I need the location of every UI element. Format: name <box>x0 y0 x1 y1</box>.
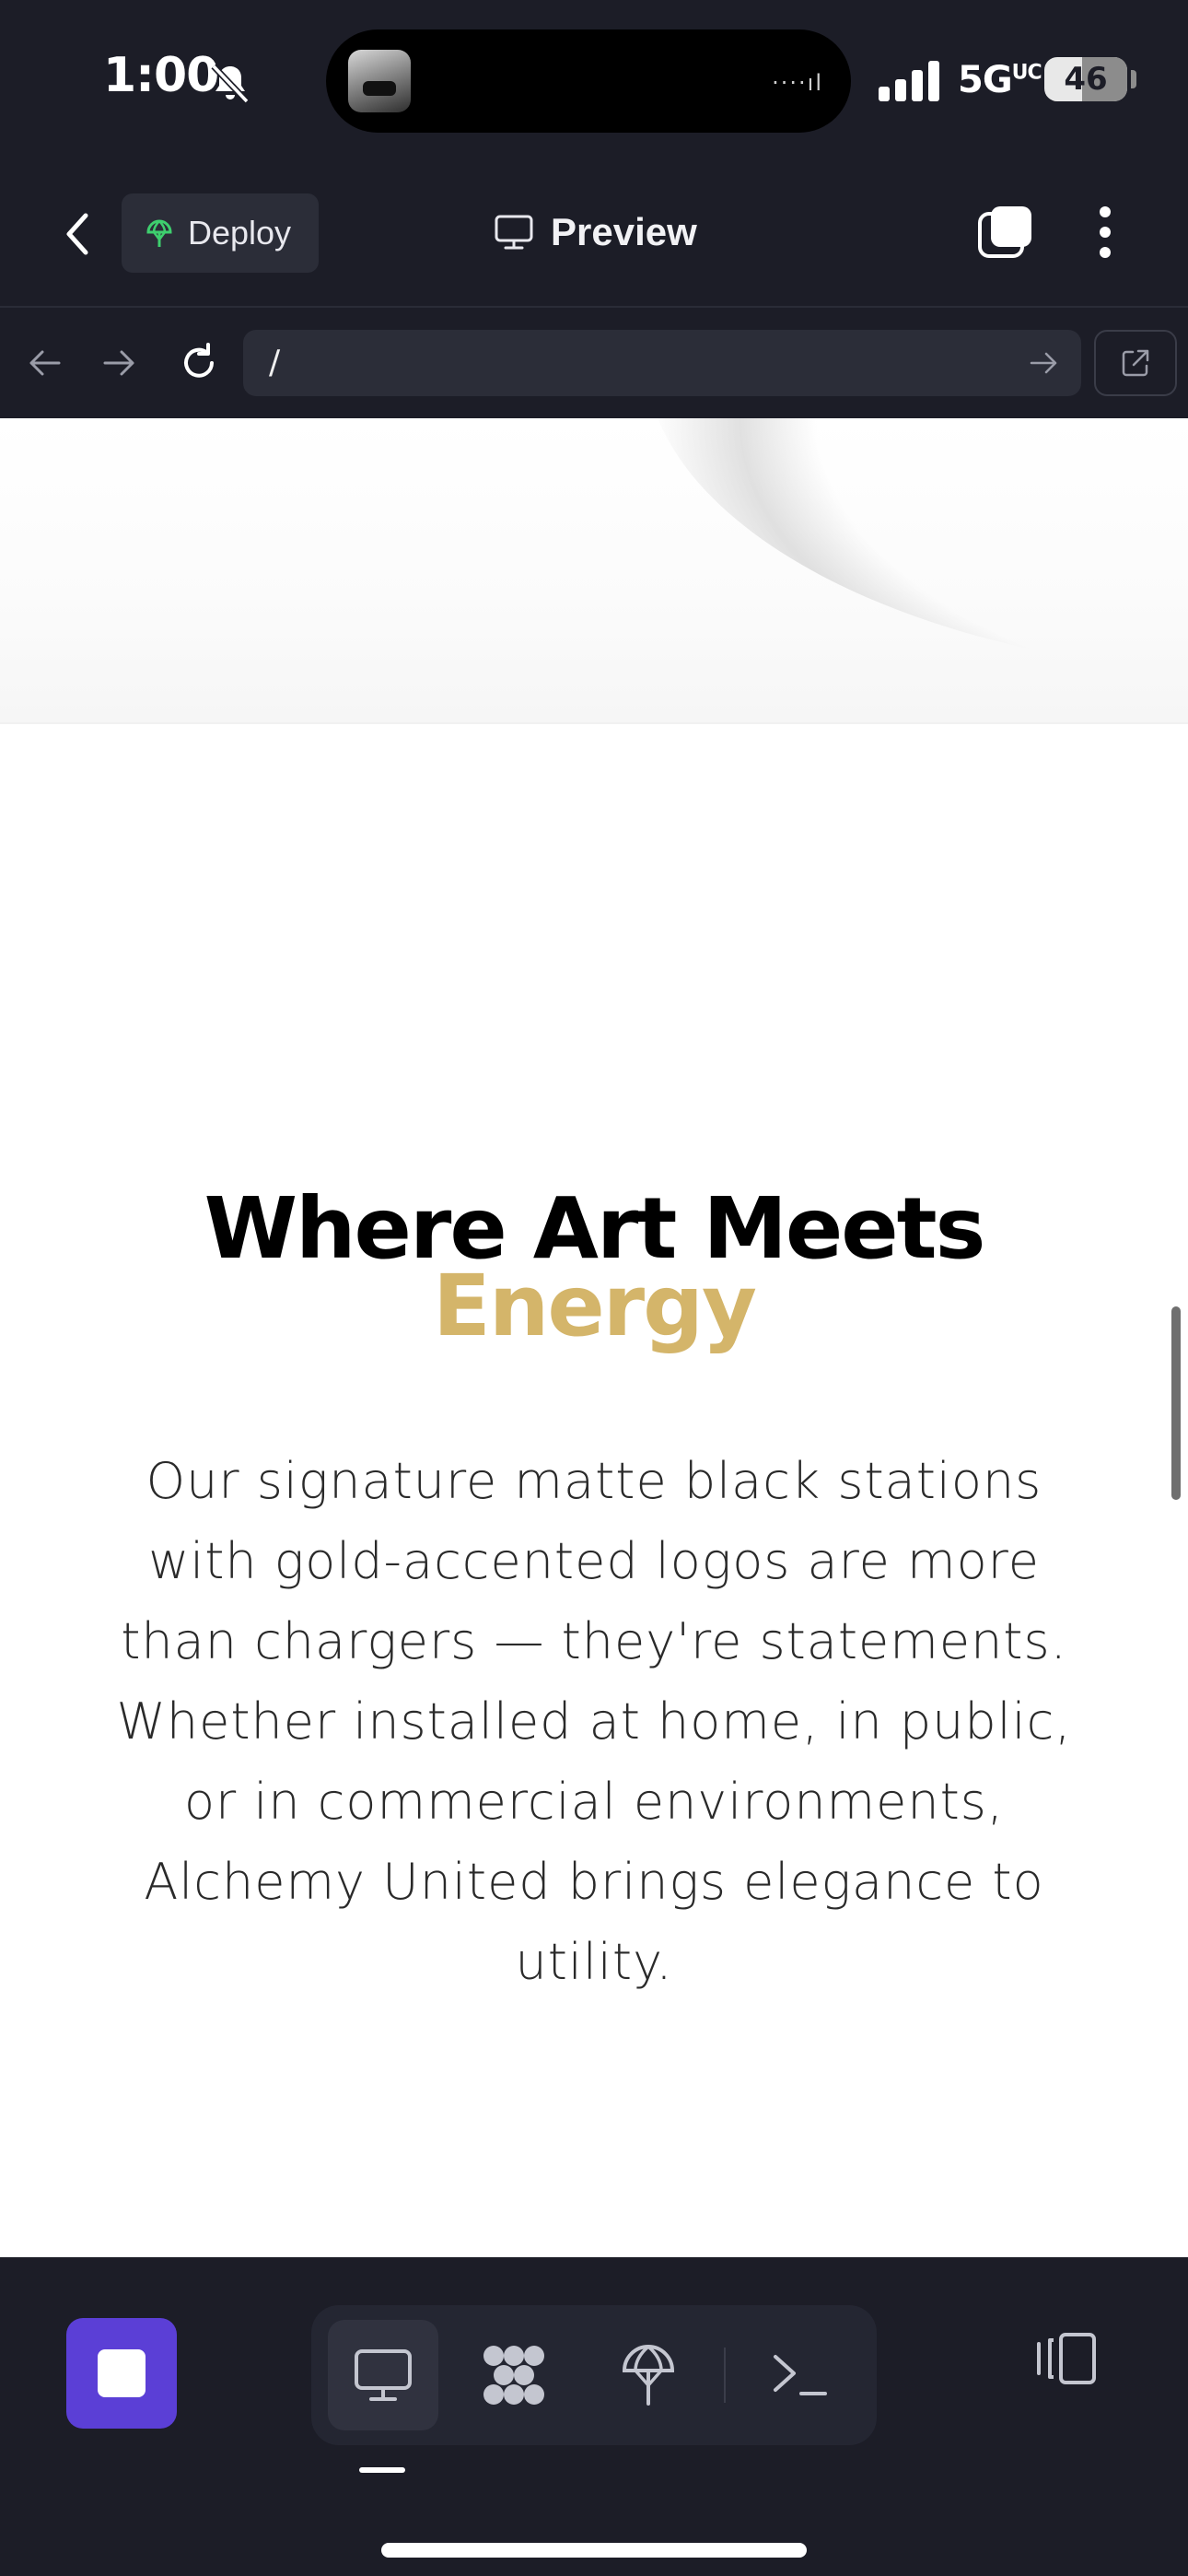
network-label: 5G <box>958 59 1013 101</box>
section-body: Our signature matte black stations with … <box>116 1452 1072 1991</box>
preview-label: Preview <box>551 210 697 253</box>
tool-switcher <box>311 2305 877 2445</box>
monitor-icon <box>495 215 533 250</box>
tabs-icon[interactable] <box>976 203 1035 262</box>
deploy-icon <box>622 2345 675 2406</box>
more-dot <box>1100 247 1111 258</box>
battery-cap <box>1131 70 1136 88</box>
deploy-label: Deploy <box>188 214 292 252</box>
chevron-left-icon <box>66 213 88 255</box>
now-playing-thumbnail[interactable] <box>348 50 411 112</box>
web-preview: Where Art Meets Energy Our signature mat… <box>0 418 1188 2257</box>
app-bar: Deploy Preview <box>0 157 1188 306</box>
tool-divider <box>724 2348 726 2403</box>
forward-nav-button[interactable] <box>92 335 147 391</box>
battery-level: 46 <box>1064 61 1108 98</box>
preview-title: Preview <box>494 205 697 260</box>
panel-toggle-button[interactable] <box>1030 2322 1103 2395</box>
url-bar: / <box>0 306 1188 418</box>
bottom-toolbar <box>0 2257 1188 2576</box>
dynamic-island[interactable]: ····ıl <box>326 29 851 133</box>
deploy-button[interactable]: Deploy <box>122 193 319 273</box>
signal-icon <box>879 61 939 101</box>
back-nav-button[interactable] <box>17 335 72 391</box>
hero-swoosh <box>645 418 1188 676</box>
more-dot <box>1100 206 1111 217</box>
puzzle-icon <box>483 2346 544 2405</box>
extensions-tool-button[interactable] <box>459 2320 569 2430</box>
hero-background <box>0 418 1188 722</box>
home-indicator[interactable] <box>381 2543 807 2558</box>
network-suffix: UC <box>1011 61 1042 85</box>
url-input[interactable]: / <box>243 330 1081 396</box>
open-external-button[interactable] <box>1094 330 1177 396</box>
audio-wave-icon: ····ıl <box>772 70 823 96</box>
status-time: 1:00 <box>103 48 219 103</box>
arrow-left-icon <box>29 350 61 376</box>
scrollbar-thumb[interactable] <box>1171 1306 1181 1500</box>
panel-toggle-icon <box>1037 2333 1096 2384</box>
url-path: / <box>269 344 281 381</box>
reload-icon <box>184 343 214 378</box>
terminal-icon <box>774 2355 827 2395</box>
bell-slash-icon <box>211 64 250 104</box>
back-button[interactable] <box>52 208 103 260</box>
stop-button[interactable] <box>66 2318 177 2429</box>
stop-icon <box>98 2349 146 2397</box>
go-arrow-icon[interactable] <box>1028 346 1061 380</box>
preview-tool-button[interactable] <box>328 2320 438 2430</box>
app-screen: 1:00 ····ıl 5GUC 46 Deploy Preview / Whe… <box>0 0 1188 2576</box>
monitor-icon <box>355 2349 412 2401</box>
battery-indicator: 46 <box>1044 57 1127 101</box>
deploy-tool-button[interactable] <box>593 2320 704 2430</box>
more-dot <box>1100 227 1111 238</box>
section-divider <box>0 722 1188 724</box>
network-type: 5GUC <box>958 59 1042 101</box>
active-tool-indicator <box>359 2467 405 2473</box>
deploy-globe-icon <box>146 219 172 247</box>
heading-accent: Energy <box>433 1257 757 1355</box>
status-bar: 1:00 ····ıl 5GUC 46 <box>0 0 1188 157</box>
external-link-icon <box>1122 349 1149 377</box>
more-vertical-icon[interactable] <box>1087 203 1124 262</box>
arrow-right-icon <box>103 350 134 376</box>
reload-button[interactable] <box>171 335 227 391</box>
console-tool-button[interactable] <box>744 2320 855 2430</box>
section-heading: Where Art Meets Energy <box>0 1187 1188 1355</box>
